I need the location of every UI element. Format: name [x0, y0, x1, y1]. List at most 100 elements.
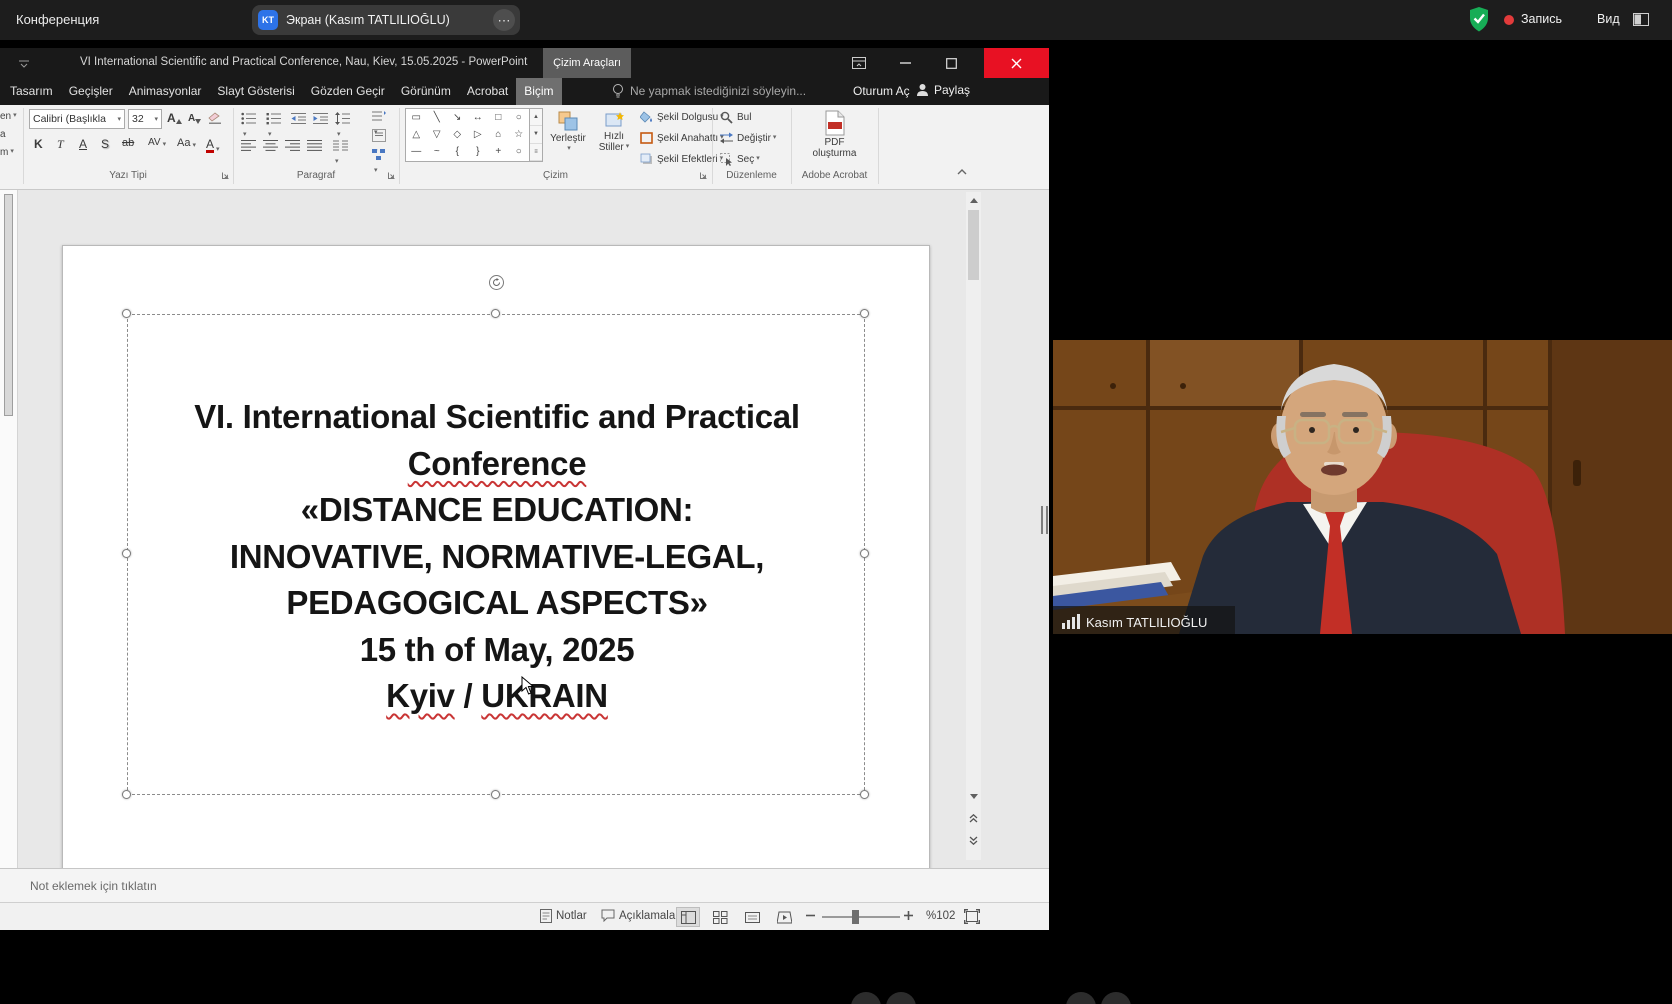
shape-icon[interactable]: ↘: [447, 109, 468, 126]
paragraph-dialog-launcher[interactable]: [387, 171, 396, 180]
notes-pane[interactable]: Not eklemek için tıklatın: [0, 868, 1049, 902]
zoom-slider-knob[interactable]: [852, 910, 859, 924]
zoom-in-button[interactable]: [904, 911, 913, 920]
scroll-up-icon[interactable]: [966, 192, 981, 208]
participant-video[interactable]: Kasım TATLILIOĞLU: [1053, 340, 1672, 634]
ribbon-display-options-button[interactable]: [838, 48, 880, 78]
shape-icon[interactable]: ▭: [406, 109, 427, 126]
ribbon-tab-animasyonlar[interactable]: Animasyonlar: [121, 78, 210, 105]
ribbon-tab-görünüm[interactable]: Görünüm: [393, 78, 459, 105]
shapes-scroll-down-icon[interactable]: ▼: [530, 126, 542, 143]
shape-icon[interactable]: □: [488, 109, 509, 126]
shape-icon[interactable]: ◇: [447, 126, 468, 143]
meeting-control-partial[interactable]: [851, 992, 881, 1004]
close-button[interactable]: [984, 48, 1049, 78]
reading-view-button[interactable]: [740, 907, 764, 927]
ribbon-tab-tasarım[interactable]: Tasarım: [2, 78, 61, 105]
scrollbar-thumb[interactable]: [968, 210, 979, 280]
shape-icon[interactable]: ○: [509, 143, 530, 160]
sign-in-button[interactable]: Oturum Aç: [853, 84, 910, 98]
shrink-font-button[interactable]: A: [188, 114, 201, 124]
shapes-scroll-up-icon[interactable]: ▲: [530, 109, 542, 126]
justify-button[interactable]: [307, 139, 322, 152]
minimize-button[interactable]: [884, 48, 926, 78]
shape-effects-button[interactable]: Şekil Efektleri: [640, 153, 723, 165]
ribbon-tab-slayt-gösterisi[interactable]: Slayt Gösterisi: [209, 78, 302, 105]
shared-screen-tab[interactable]: KT Экран (Kasım TATLILIOĞLU): [252, 5, 520, 35]
shape-icon[interactable]: —: [406, 143, 427, 160]
meeting-control-partial[interactable]: [1066, 992, 1096, 1004]
shapes-gallery-more-icon[interactable]: ≡: [530, 144, 542, 161]
shape-icon[interactable]: ▽: [427, 126, 448, 143]
shape-icon[interactable]: △: [406, 126, 427, 143]
align-center-button[interactable]: [263, 139, 278, 152]
tell-me-box[interactable]: Ne yapmak istediğinizi söyleyin...: [612, 83, 806, 99]
share-button[interactable]: Paylaş: [916, 83, 970, 97]
clear-formatting-icon[interactable]: [208, 112, 223, 125]
change-case-button[interactable]: Aa: [177, 138, 196, 149]
bold-button[interactable]: K: [34, 138, 43, 150]
text-shadow-button[interactable]: S: [101, 138, 109, 150]
align-right-button[interactable]: [285, 139, 300, 152]
shape-icon[interactable]: {: [447, 143, 468, 160]
thumbnails-scrollbar[interactable]: [4, 194, 13, 416]
comments-toggle-button[interactable]: Açıklamalar: [601, 909, 679, 922]
quick-access-icon[interactable]: [18, 57, 30, 69]
ribbon-tab-gözden-geçir[interactable]: Gözden Geçir: [303, 78, 393, 105]
shape-icon[interactable]: +: [488, 143, 509, 160]
quick-styles-button[interactable]: Hızlı Stiller: [592, 107, 636, 169]
resize-handle[interactable]: [860, 309, 869, 318]
strikethrough-button[interactable]: ab: [122, 138, 134, 149]
arrange-button[interactable]: Yerleştir: [546, 107, 590, 169]
title-bar[interactable]: VI International Scientific and Practica…: [0, 48, 1049, 78]
meeting-control-partial[interactable]: [886, 992, 916, 1004]
fit-slide-to-window-button[interactable]: [964, 909, 980, 924]
ribbon-tab-geçişler[interactable]: Geçişler: [61, 78, 121, 105]
slideshow-view-button[interactable]: [772, 907, 796, 927]
shape-icon[interactable]: ↔: [468, 109, 489, 126]
clipped-ribbon-button-1[interactable]: en: [0, 111, 22, 122]
ribbon-tab-biçim[interactable]: Biçim: [516, 78, 561, 105]
replace-button[interactable]: Değiştir: [720, 132, 776, 144]
slide-sorter-view-button[interactable]: [708, 907, 732, 927]
select-button[interactable]: Seç: [720, 153, 760, 166]
shape-icon[interactable]: ⌂: [488, 126, 509, 143]
context-tab-group-label[interactable]: Çizim Araçları: [543, 48, 631, 78]
slide-thumbnails-pane[interactable]: [0, 190, 18, 868]
font-dialog-launcher[interactable]: [221, 171, 230, 180]
resize-handle[interactable]: [491, 309, 500, 318]
columns-button[interactable]: [333, 139, 348, 170]
notes-toggle-button[interactable]: Notlar: [540, 909, 587, 923]
grow-font-button[interactable]: A: [167, 112, 182, 124]
collapse-ribbon-icon[interactable]: [956, 168, 968, 176]
rotation-handle[interactable]: [489, 275, 504, 290]
ribbon-tab-acrobat[interactable]: Acrobat: [459, 78, 516, 105]
zoom-percent[interactable]: %102: [926, 910, 955, 922]
panel-resize-handle[interactable]: [1041, 506, 1048, 534]
shape-icon[interactable]: ☆: [509, 126, 530, 143]
recording-label[interactable]: Запись: [1521, 12, 1562, 26]
align-left-button[interactable]: [241, 139, 256, 152]
previous-slide-button[interactable]: [966, 810, 981, 826]
security-shield-icon[interactable]: [1468, 6, 1490, 33]
slide-canvas[interactable]: VI. International Scientific and Practic…: [62, 245, 930, 896]
scroll-down-icon[interactable]: [966, 788, 981, 804]
notes-placeholder[interactable]: Not eklemek için tıklatın: [30, 879, 157, 893]
zoom-slider-track[interactable]: [822, 916, 900, 918]
next-slide-button[interactable]: [966, 832, 981, 848]
font-size-combo[interactable]: 32: [128, 109, 162, 129]
resize-handle[interactable]: [122, 309, 131, 318]
maximize-button[interactable]: [930, 48, 972, 78]
shape-icon[interactable]: ~: [427, 143, 448, 160]
zoom-out-button[interactable]: [806, 911, 815, 920]
view-menu-label[interactable]: Вид: [1597, 12, 1620, 26]
view-layout-icon[interactable]: [1633, 13, 1649, 26]
clipped-ribbon-button-2[interactable]: a: [0, 129, 22, 140]
shapes-gallery-scroll[interactable]: ▲ ▼ ≡: [530, 108, 543, 162]
clipped-ribbon-button-3[interactable]: m: [0, 147, 22, 158]
shape-icon[interactable]: }: [468, 143, 489, 160]
italic-button[interactable]: T: [57, 138, 64, 150]
font-color-button[interactable]: A: [206, 138, 220, 153]
resize-handle[interactable]: [491, 790, 500, 799]
tab-options-icon[interactable]: [493, 9, 515, 31]
